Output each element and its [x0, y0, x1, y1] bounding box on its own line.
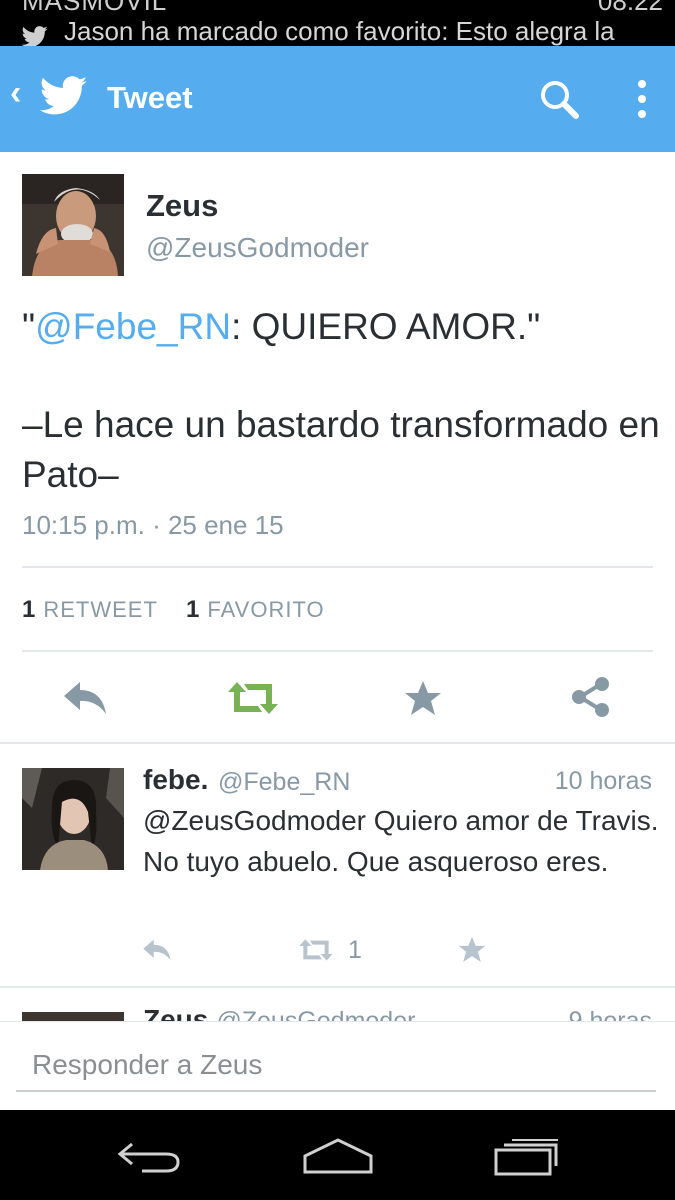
home-nav-icon[interactable]: [302, 1136, 374, 1176]
divider: [22, 566, 653, 568]
status-bar: MASMOVIL 08:22 Jason ha marcado como fav…: [0, 0, 675, 46]
reply-input[interactable]: [16, 1040, 656, 1092]
author-name[interactable]: Zeus: [146, 188, 218, 224]
reply-author-handle[interactable]: @Febe_RN: [218, 768, 350, 797]
tweet-timestamp: 10:15 p.m. · 25 ene 15: [22, 510, 284, 540]
divider: [0, 986, 675, 988]
reply-author-avatar[interactable]: [22, 768, 124, 870]
share-icon[interactable]: [570, 676, 612, 718]
favorite-count[interactable]: 1: [186, 596, 199, 623]
twitter-notification-icon: [21, 26, 48, 46]
retweet-label[interactable]: RETWEET: [43, 597, 158, 622]
tweet-mention-link[interactable]: @Febe_RN: [35, 306, 231, 347]
reply-icon[interactable]: [62, 680, 108, 716]
back-nav-icon[interactable]: [116, 1140, 182, 1174]
tweet-text-rest: : QUIERO AMOR.": [231, 306, 541, 347]
retweet-small-icon[interactable]: [298, 938, 334, 962]
tweet-text-line2: –Le hace un bastardo transformado en Pat…: [22, 404, 660, 495]
top-app-bar: ‹ Tweet: [0, 46, 675, 152]
carrier-label: MASMOVIL: [22, 0, 168, 16]
search-icon[interactable]: [538, 78, 580, 120]
recents-nav-icon[interactable]: [494, 1138, 560, 1176]
navigation-bar: [0, 1110, 675, 1200]
reply-small-icon[interactable]: [142, 938, 172, 962]
reply-time: 10 horas: [554, 767, 652, 795]
reply-author-name[interactable]: febe.: [143, 764, 208, 796]
divider: [0, 742, 675, 744]
reply-retweet-count: 1: [348, 936, 362, 964]
notification-text: Jason ha marcado como favorito: Esto ale…: [64, 16, 615, 46]
tweet-text-line1: "@Febe_RN: QUIERO AMOR.": [22, 302, 662, 352]
tweet-quote-mark: ": [22, 306, 36, 347]
divider: [22, 650, 653, 652]
favorite-label[interactable]: FAVORITO: [207, 597, 324, 622]
tweet-text: "@Febe_RN: QUIERO AMOR." –Le hace un bas…: [22, 302, 662, 500]
author-handle[interactable]: @ZeusGodmoder: [146, 232, 369, 264]
tweet-stats: 1 RETWEET 1 FAVORITO: [22, 596, 347, 624]
status-clock: 08:22: [597, 0, 663, 16]
reply-compose-bar: [0, 1021, 675, 1111]
author-avatar[interactable]: [22, 174, 124, 276]
chevron-left-icon[interactable]: ‹: [10, 74, 21, 113]
page-title: Tweet: [107, 80, 193, 115]
retweet-count[interactable]: 1: [22, 596, 35, 623]
overflow-menu-icon[interactable]: [630, 78, 654, 120]
favorite-small-icon[interactable]: [458, 936, 486, 963]
favorite-icon[interactable]: [404, 680, 442, 716]
twitter-bird-icon[interactable]: [40, 76, 88, 116]
reply-text: @ZeusGodmoder Quiero amor de Travis. No …: [143, 805, 659, 877]
retweet-icon[interactable]: [226, 680, 280, 716]
